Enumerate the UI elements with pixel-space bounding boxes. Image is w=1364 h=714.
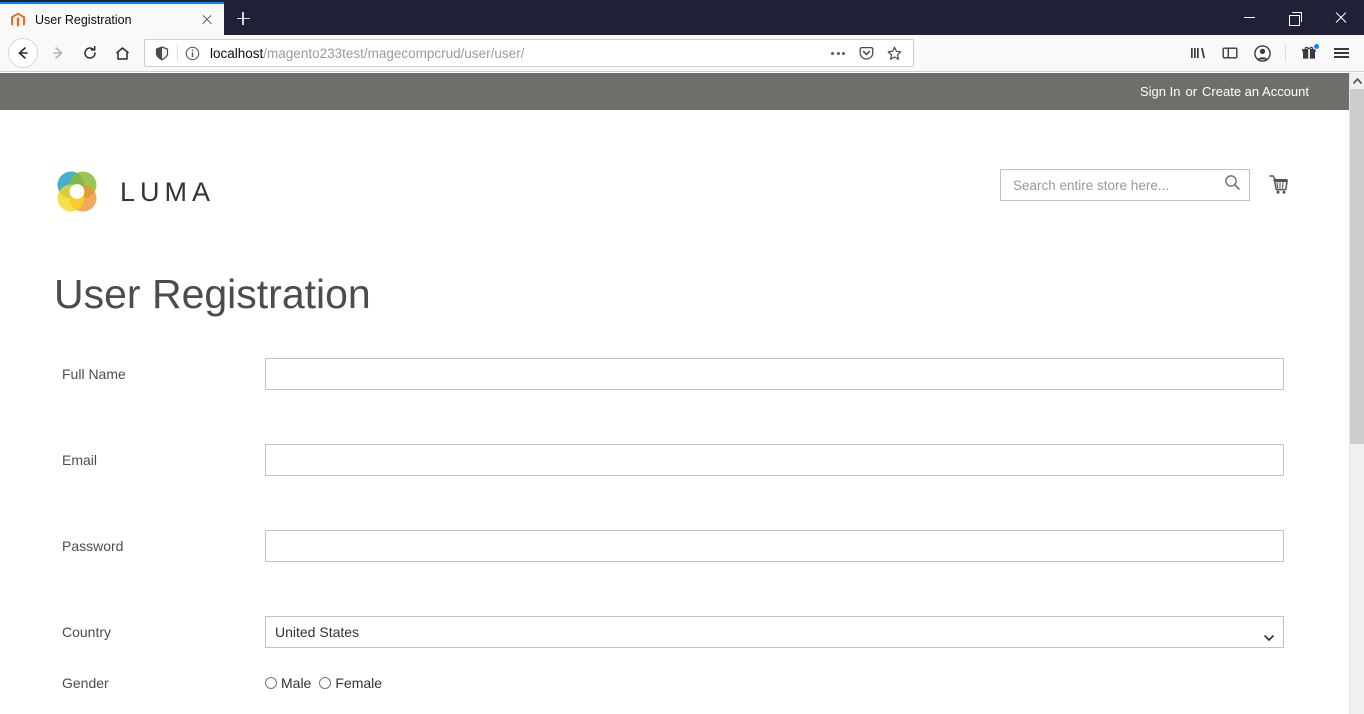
browser-toolbar-right bbox=[1183, 38, 1356, 68]
field-gender: Male Female bbox=[265, 675, 1349, 691]
url-host: localhost bbox=[210, 45, 264, 61]
links-separator: or bbox=[1185, 84, 1198, 99]
browser-titlebar: User Registration bbox=[0, 0, 1364, 35]
sidebar-icon[interactable] bbox=[1215, 38, 1245, 68]
label-email: Email bbox=[62, 452, 98, 468]
hamburger-menu-icon[interactable] bbox=[1326, 38, 1356, 68]
gender-option-male[interactable]: Male bbox=[265, 675, 319, 691]
chevron-down-icon bbox=[1264, 628, 1274, 641]
info-circle-icon[interactable] bbox=[180, 46, 204, 61]
label-country: Country bbox=[62, 624, 112, 640]
account-circle-icon[interactable] bbox=[1247, 38, 1277, 68]
row-spacer bbox=[0, 691, 1349, 712]
luma-page: Sign In or Create an Account LUMA Search… bbox=[0, 73, 1349, 714]
store-logo[interactable]: LUMA bbox=[54, 169, 215, 215]
radio-male[interactable] bbox=[265, 677, 277, 689]
pocket-icon[interactable] bbox=[853, 41, 879, 65]
tab-title: User Registration bbox=[35, 12, 132, 27]
tab-close-icon[interactable] bbox=[198, 11, 216, 29]
address-bar-divider bbox=[177, 45, 178, 61]
back-arrow-icon[interactable] bbox=[8, 38, 38, 68]
logo-text: LUMA bbox=[120, 176, 216, 207]
radio-female[interactable] bbox=[319, 677, 332, 689]
form-row-email: Email bbox=[0, 444, 1349, 476]
scrollbar-thumb[interactable] bbox=[1350, 89, 1364, 444]
label-gender: Gender bbox=[62, 675, 109, 691]
window-minimize-icon[interactable] bbox=[1226, 0, 1272, 35]
form-row-country: Country United States bbox=[0, 616, 1349, 648]
gender-male-label: Male bbox=[281, 675, 312, 691]
ellipsis-icon[interactable] bbox=[825, 41, 851, 65]
address-bar[interactable]: localhost/magento233test/magecompcrud/us… bbox=[144, 39, 914, 67]
new-tab-button[interactable] bbox=[224, 2, 262, 35]
field-country: United States bbox=[265, 616, 1349, 648]
scrollbar-up-arrow-icon[interactable] bbox=[1350, 73, 1364, 89]
form-row-gender: Gender Male Female bbox=[0, 675, 1349, 691]
field-email bbox=[265, 444, 1349, 476]
browser-navbar: localhost/magento233test/magecompcrud/us… bbox=[0, 35, 1364, 72]
window-close-icon[interactable] bbox=[1318, 0, 1364, 35]
reload-icon[interactable] bbox=[74, 38, 106, 68]
search-input[interactable] bbox=[1011, 176, 1224, 194]
star-icon[interactable] bbox=[881, 41, 907, 65]
header-search-area bbox=[1000, 169, 1292, 201]
url-text[interactable]: localhost/magento233test/magecompcrud/us… bbox=[204, 46, 825, 61]
gender-option-female[interactable]: Female bbox=[319, 675, 390, 691]
shopping-cart-icon[interactable] bbox=[1266, 172, 1292, 198]
browser-window: User Registration localhost/magento233te… bbox=[0, 0, 1364, 714]
user-registration-form: Full Name Email Password Country United … bbox=[0, 358, 1349, 714]
home-icon[interactable] bbox=[106, 38, 138, 68]
full-name-input[interactable] bbox=[265, 358, 1284, 390]
label-password: Password bbox=[62, 538, 124, 554]
sign-in-link[interactable]: Sign In bbox=[1140, 84, 1180, 99]
luma-circles-logo bbox=[54, 169, 100, 215]
form-row-password: Password bbox=[0, 530, 1349, 562]
page-viewport: Sign In or Create an Account LUMA Search… bbox=[0, 73, 1364, 714]
store-header: LUMA bbox=[0, 110, 1349, 212]
field-full-name bbox=[265, 358, 1349, 390]
search-icon[interactable] bbox=[1224, 174, 1241, 196]
page-title: User Registration bbox=[54, 271, 371, 317]
gender-options: Male Female bbox=[265, 675, 1284, 691]
account-links: Sign In or Create an Account bbox=[1140, 84, 1309, 99]
address-bar-actions bbox=[825, 41, 909, 65]
row-spacer bbox=[0, 562, 1349, 616]
email-input[interactable] bbox=[265, 444, 1284, 476]
page-scrollbar[interactable] bbox=[1349, 73, 1364, 714]
row-spacer bbox=[0, 476, 1349, 530]
country-select-value: United States bbox=[265, 616, 1284, 648]
forward-arrow-icon bbox=[42, 38, 74, 68]
window-controls bbox=[1226, 0, 1364, 35]
library-icon[interactable] bbox=[1183, 38, 1213, 68]
browser-tab[interactable]: User Registration bbox=[0, 2, 224, 35]
toolbar-divider bbox=[1285, 44, 1286, 62]
country-select[interactable]: United States bbox=[265, 616, 1284, 648]
password-input[interactable] bbox=[265, 530, 1284, 562]
magento-icon bbox=[10, 12, 26, 28]
gift-icon[interactable] bbox=[1294, 38, 1324, 68]
gender-female-label: Female bbox=[335, 675, 383, 691]
shield-icon[interactable] bbox=[149, 45, 175, 61]
form-row-full-name: Full Name bbox=[0, 358, 1349, 390]
row-spacer bbox=[0, 390, 1349, 444]
field-password bbox=[265, 530, 1349, 562]
window-restore-icon[interactable] bbox=[1272, 0, 1318, 35]
store-top-panel: Sign In or Create an Account bbox=[0, 73, 1349, 110]
create-account-link[interactable]: Create an Account bbox=[1202, 84, 1309, 99]
extension-badge bbox=[1313, 43, 1320, 50]
label-full-name: Full Name bbox=[62, 366, 126, 382]
row-spacer bbox=[0, 648, 1349, 675]
url-path: /magento233test/magecompcrud/user/user/ bbox=[263, 45, 525, 61]
search-box[interactable] bbox=[1000, 169, 1250, 201]
